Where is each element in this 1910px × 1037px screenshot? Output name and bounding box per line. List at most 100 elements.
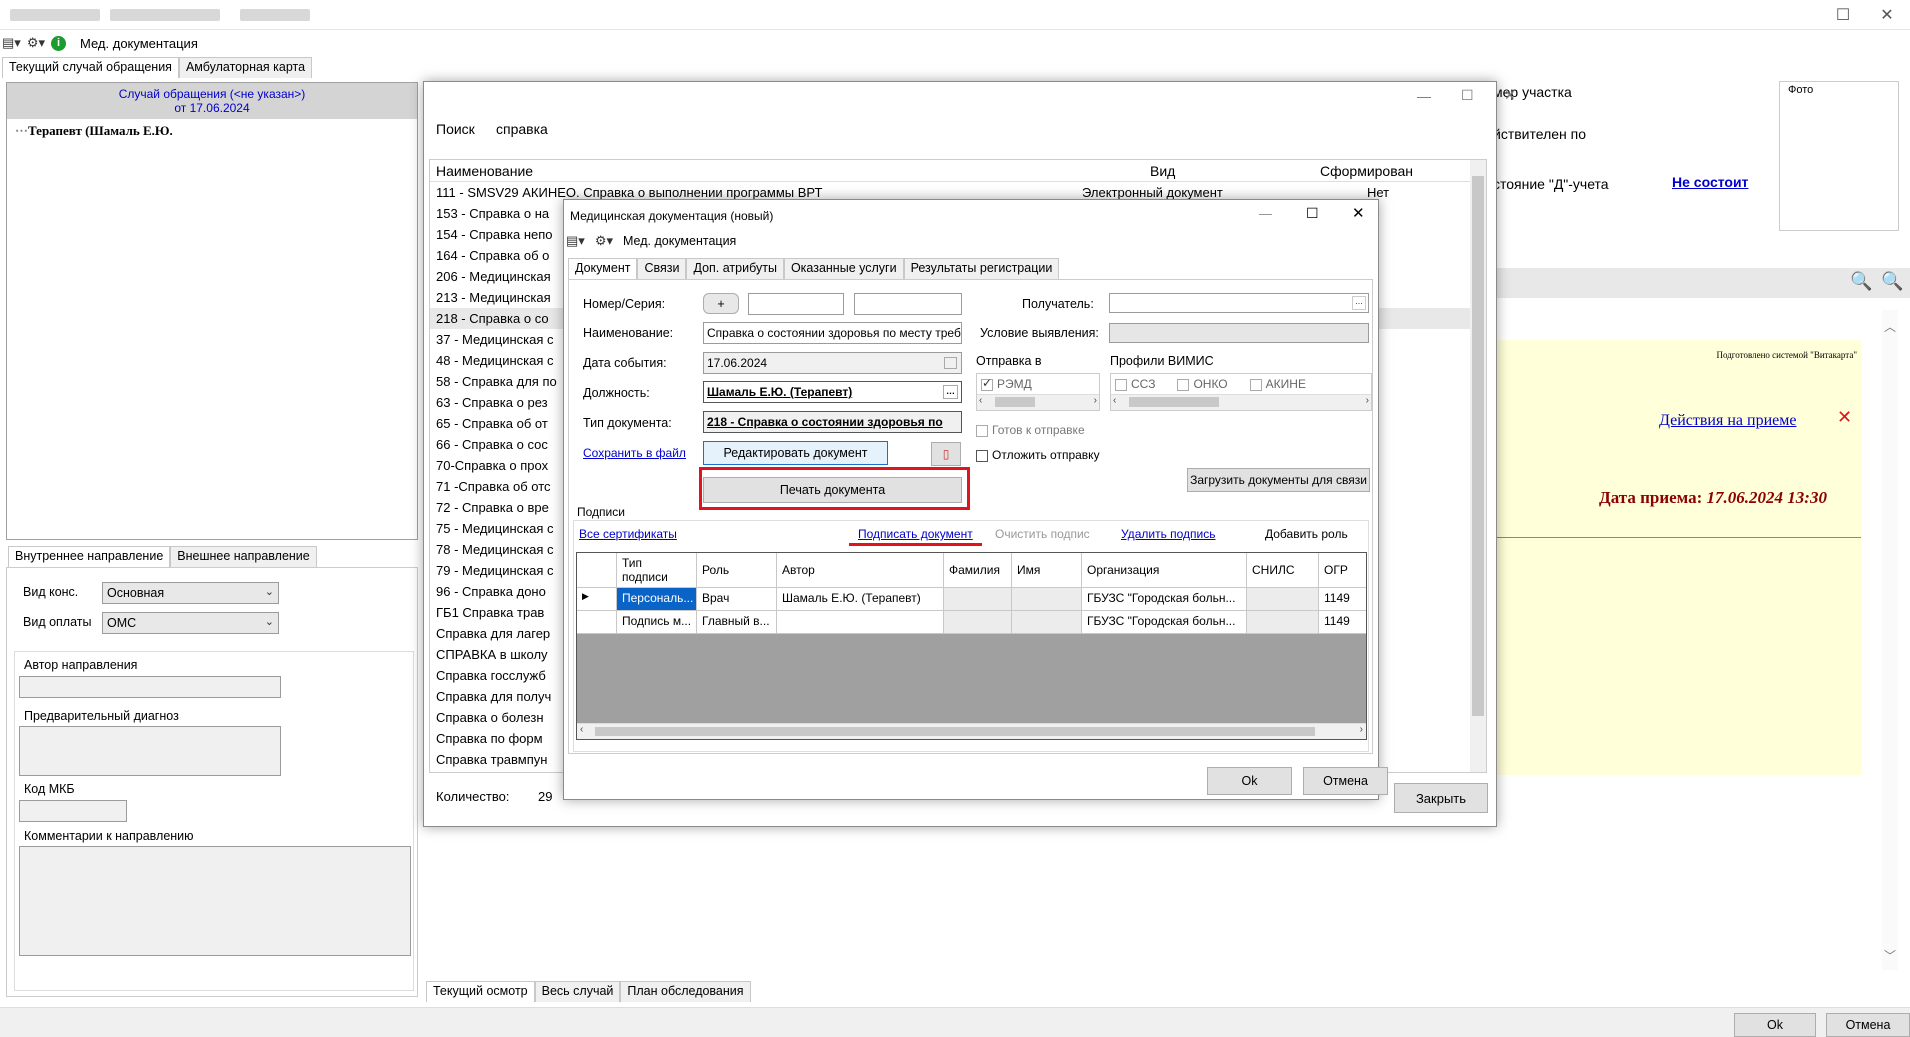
receiver-field[interactable]: … — [1109, 293, 1369, 313]
mkb-field[interactable] — [19, 800, 127, 822]
right-scrollbar[interactable]: ︿ ﹀ — [1882, 310, 1898, 970]
grid-column-header[interactable]: ОГР — [1319, 553, 1366, 588]
grid-cell[interactable] — [944, 588, 1012, 611]
doc-cancel-button[interactable]: Отмена — [1303, 767, 1388, 795]
grid-cell[interactable] — [777, 611, 944, 634]
number-field[interactable] — [748, 293, 844, 315]
document-icon[interactable]: ▤▾ — [2, 34, 21, 52]
grid-column-header[interactable]: Автор — [777, 553, 944, 588]
grid-column-header[interactable]: Организация — [1082, 553, 1247, 588]
grid-cell[interactable]: ГБУЗС "Городская больн... — [1082, 588, 1247, 611]
tab-services[interactable]: Оказанные услуги — [783, 258, 904, 279]
series-field[interactable] — [854, 293, 962, 315]
position-field[interactable]: Шамаль Е.Ю. (Терапевт) … — [703, 381, 962, 403]
send-scrollbar[interactable]: ‹ › — [977, 394, 1099, 410]
tab-current-case[interactable]: Текущий случай обращения — [2, 57, 179, 78]
grid-scrollbar[interactable]: ‹ › — [577, 723, 1366, 739]
grid-cell[interactable]: Шамаль Е.Ю. (Терапевт) — [777, 588, 944, 611]
sign-document-link[interactable]: Подписать документ — [858, 527, 973, 541]
condition-field[interactable] — [1109, 323, 1369, 343]
print-document-button[interactable]: Печать документа — [703, 477, 962, 503]
col-vid[interactable]: Вид — [1150, 163, 1175, 179]
grid-column-header[interactable]: Имя — [1012, 553, 1082, 588]
settings-icon[interactable]: ⚙▾ — [595, 232, 613, 250]
ellipsis-icon[interactable]: … — [1352, 296, 1366, 310]
chevron-up-icon[interactable]: ︿ — [1882, 318, 1898, 335]
tab-exam-plan[interactable]: План обследования — [620, 981, 751, 1002]
col-name[interactable]: Наименование — [436, 163, 533, 179]
info-icon[interactable]: i — [51, 35, 66, 51]
row-pointer-icon[interactable]: ▶ — [577, 588, 617, 611]
grid-cell[interactable] — [944, 611, 1012, 634]
edit-document-button[interactable]: Редактировать документ — [703, 441, 888, 465]
save-to-file-link[interactable]: Сохранить в файл — [583, 446, 686, 460]
chevron-down-icon[interactable]: ﹀ — [1882, 947, 1898, 964]
med-docs-label[interactable]: Мед. документация — [80, 36, 198, 51]
actions-link[interactable]: Действия на приеме — [1659, 412, 1796, 430]
tab-extra-attrs[interactable]: Доп. атрибуты — [686, 258, 784, 279]
vid-kons-select[interactable]: Основная ⌄ — [102, 582, 279, 604]
main-cancel-button[interactable]: Отмена — [1826, 1013, 1910, 1037]
close-icon[interactable]: ✕ — [1504, 87, 1516, 104]
close-icon[interactable]: ✕ — [1837, 407, 1852, 428]
delete-signature-link[interactable]: Удалить подпись — [1121, 527, 1216, 541]
vid-oplaty-select[interactable]: ОМС ⌄ — [102, 612, 279, 634]
tree-item-therapist[interactable]: ⋯Терапевт (Шамаль Е.Ю. — [7, 119, 417, 143]
clear-signature-link[interactable]: Очистить подпис — [995, 527, 1090, 541]
add-number-button[interactable]: + — [703, 293, 739, 314]
name-field[interactable]: Справка о состоянии здоровья по месту тр… — [703, 322, 962, 344]
grid-cell[interactable]: 1149 — [1319, 588, 1366, 611]
ne-sostoit-link[interactable]: Не состоит — [1672, 174, 1748, 190]
grid-column-header[interactable]: СНИЛС — [1247, 553, 1319, 588]
maximize-icon[interactable]: ☐ — [1461, 87, 1474, 104]
diag-field[interactable] — [19, 726, 281, 776]
date-field[interactable]: 17.06.2024 — [703, 352, 962, 374]
grid-cell[interactable]: 1149 — [1319, 611, 1366, 634]
load-links-button[interactable]: Загрузить документы для связи — [1187, 468, 1370, 492]
pdf-icon[interactable]: ▯ — [931, 442, 961, 466]
minimize-icon[interactable]: — — [1259, 206, 1272, 221]
doc-toolbar-label[interactable]: Мед. документация — [623, 234, 736, 248]
list-scrollbar[interactable] — [1470, 160, 1486, 772]
vimis-ssz-checkbox[interactable]: ССЗ — [1115, 377, 1155, 391]
calendar-icon[interactable] — [944, 357, 957, 369]
row-selector[interactable] — [577, 611, 617, 634]
scroll-thumb[interactable] — [1472, 176, 1484, 716]
minimize-icon[interactable]: — — [1417, 88, 1431, 104]
maximize-icon[interactable]: ☐ — [1306, 205, 1319, 222]
postpone-checkbox[interactable]: Отложить отправку — [976, 448, 1100, 462]
grid-cell[interactable] — [1247, 588, 1319, 611]
grid-column-header[interactable]: Роль — [697, 553, 777, 588]
grid-cell[interactable] — [1012, 611, 1082, 634]
close-icon[interactable]: ✕ — [1864, 0, 1910, 30]
search-input[interactable]: справка — [496, 121, 548, 137]
add-role-button[interactable]: Добавить роль — [1265, 527, 1348, 541]
grid-cell[interactable]: Врач — [697, 588, 777, 611]
all-certs-link[interactable]: Все сертификаты — [579, 527, 677, 541]
close-button[interactable]: Закрыть — [1394, 783, 1488, 813]
zoom-in-icon[interactable]: 🔍 — [1850, 271, 1872, 292]
comment-field[interactable] — [19, 846, 411, 956]
settings-icon[interactable]: ⚙▾ — [27, 34, 45, 52]
col-status[interactable]: Сформирован — [1320, 163, 1413, 179]
tab-document[interactable]: Документ — [568, 258, 638, 279]
grid-column-header[interactable]: Фамилия — [944, 553, 1012, 588]
doc-ok-button[interactable]: Ok — [1207, 767, 1292, 795]
vimis-onko-checkbox[interactable]: ОНКО — [1177, 377, 1228, 391]
maximize-icon[interactable]: ☐ — [1820, 0, 1866, 30]
tab-registration[interactable]: Результаты регистрации — [903, 258, 1060, 279]
tab-internal-direction[interactable]: Внутреннее направление — [8, 546, 171, 567]
grid-cell[interactable]: Подпись м... — [617, 611, 697, 634]
grid-cell[interactable] — [1012, 588, 1082, 611]
vimis-scrollbar[interactable]: ‹ › — [1111, 394, 1371, 410]
grid-cell[interactable] — [1247, 611, 1319, 634]
grid-cell[interactable]: Персональ... — [617, 588, 697, 611]
doctype-field[interactable]: 218 - Справка о состоянии здоровья по — [703, 411, 962, 433]
grid-cell[interactable]: ГБУЗС "Городская больн... — [1082, 611, 1247, 634]
close-icon[interactable]: ✕ — [1352, 204, 1365, 222]
author-field[interactable] — [19, 676, 281, 698]
tab-whole-case[interactable]: Весь случай — [534, 981, 621, 1002]
remd-checkbox[interactable]: РЭМД — [977, 374, 1099, 394]
document-icon[interactable]: ▤▾ — [566, 232, 585, 250]
main-ok-button[interactable]: Ok — [1734, 1013, 1816, 1037]
